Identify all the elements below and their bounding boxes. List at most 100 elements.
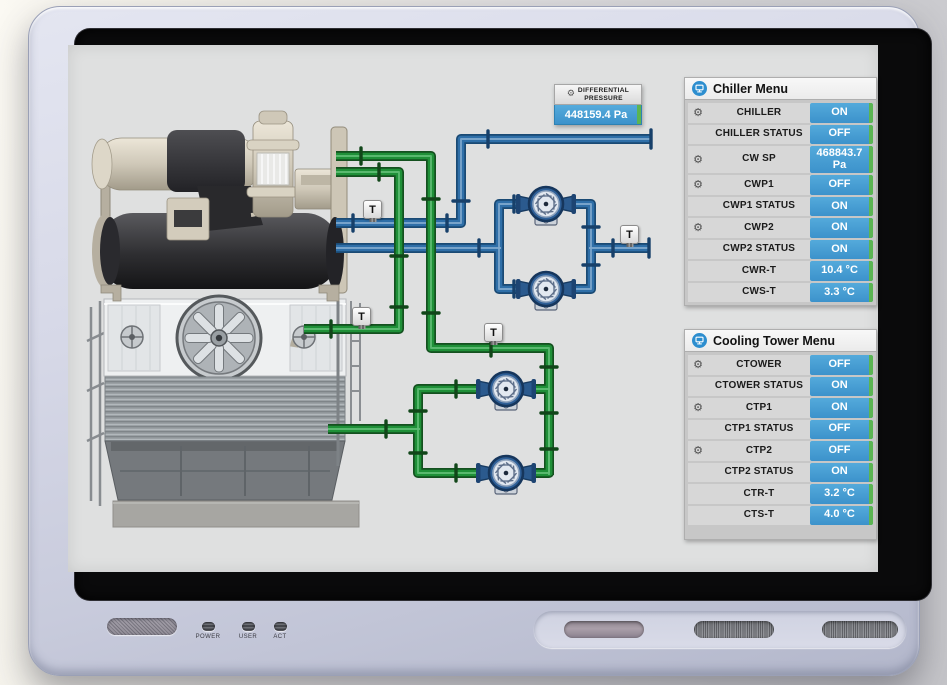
menu-row: CTOWER STATUSON: [688, 377, 873, 397]
menu-icon: [692, 333, 707, 348]
chiller-graphic: [92, 111, 347, 301]
row-label: CTOWER: [708, 355, 810, 375]
row-label: CTP2: [708, 441, 810, 461]
act-led-indicator: [274, 622, 287, 631]
row-label: CHILLER STATUS: [708, 125, 810, 145]
row-label: CTP2 STATUS: [708, 463, 810, 483]
row-value-button[interactable]: ON: [810, 463, 873, 483]
menu-title: Chiller Menu: [713, 82, 788, 96]
ct-pump-1[interactable]: [476, 372, 536, 410]
scene: ⚙ DIFFERENTIAL PRESSURE 448159.4 Pa T T …: [0, 0, 947, 685]
gear-icon[interactable]: ⚙: [688, 175, 708, 195]
temp-sensor: T: [363, 200, 382, 219]
speaker-tray: [534, 611, 906, 648]
menu-title: Cooling Tower Menu: [713, 334, 835, 348]
ct-pump-2[interactable]: [476, 456, 536, 494]
menu-row: ⚙CW SP468843.7 Pa: [688, 146, 873, 173]
row-value-button[interactable]: 3.2 °C: [810, 484, 873, 504]
row-label: CHILLER: [708, 103, 810, 123]
menu-row: ⚙CWP2ON: [688, 218, 873, 238]
differential-pressure-value[interactable]: 448159.4 Pa: [554, 105, 642, 125]
menu-row: ⚙CTOWEROFF: [688, 355, 873, 375]
menu-row: ⚙CTP1ON: [688, 398, 873, 418]
menu-row: ⚙CTP2OFF: [688, 441, 873, 461]
gear-icon[interactable]: ⚙: [688, 441, 708, 461]
menu-row: ⚙CWP1OFF: [688, 175, 873, 195]
gear-placeholder: [688, 506, 708, 526]
row-value-button[interactable]: OFF: [810, 441, 873, 461]
gear-placeholder: [688, 125, 708, 145]
menu-row: CTR-T3.2 °C: [688, 484, 873, 504]
power-led-indicator: [202, 622, 215, 631]
row-value-button[interactable]: ON: [810, 377, 873, 397]
row-value-button[interactable]: 468843.7 Pa: [810, 146, 873, 173]
gear-icon[interactable]: ⚙: [688, 398, 708, 418]
act-led: ACT: [258, 622, 302, 640]
dp-label-line2: PRESSURE: [578, 95, 629, 103]
power-led-label: POWER: [196, 634, 221, 640]
row-label: CWP1 STATUS: [708, 197, 810, 217]
gear-icon[interactable]: ⚙: [688, 103, 708, 123]
chw-pump-1[interactable]: [516, 187, 576, 225]
menu-icon: [692, 81, 707, 96]
menu-row: CHILLER STATUSOFF: [688, 125, 873, 145]
row-value-button[interactable]: ON: [810, 218, 873, 238]
menu-row: CTP1 STATUSOFF: [688, 420, 873, 440]
temp-sensor: T: [352, 307, 371, 326]
row-value-button[interactable]: OFF: [810, 420, 873, 440]
row-value-button[interactable]: 4.0 °C: [810, 506, 873, 526]
gear-placeholder: [688, 283, 708, 303]
row-value-button[interactable]: OFF: [810, 125, 873, 145]
differential-pressure-widget: ⚙ DIFFERENTIAL PRESSURE 448159.4 Pa: [554, 84, 642, 125]
cooling-tower-menu-header: Cooling Tower Menu: [684, 329, 877, 352]
speaker-grille: [107, 618, 177, 635]
gear-icon[interactable]: ⚙: [688, 146, 708, 173]
row-value-button[interactable]: ON: [810, 103, 873, 123]
speaker-grille: [822, 621, 898, 638]
menu-row: ⚙CHILLERON: [688, 103, 873, 123]
row-label: CWS-T: [708, 283, 810, 303]
row-label: CWP2 STATUS: [708, 240, 810, 260]
row-value-button[interactable]: ON: [810, 398, 873, 418]
gear-placeholder: [688, 484, 708, 504]
gear-icon[interactable]: ⚙: [688, 355, 708, 375]
row-value-button[interactable]: ON: [810, 240, 873, 260]
row-value-button[interactable]: 10.4 °C: [810, 261, 873, 281]
gear-icon[interactable]: ⚙: [688, 218, 708, 238]
power-led: POWER: [186, 622, 230, 640]
differential-pressure-label: ⚙ DIFFERENTIAL PRESSURE: [554, 84, 642, 105]
temp-sensor: T: [620, 225, 639, 244]
row-value-button[interactable]: OFF: [810, 175, 873, 195]
chilled-water-pipes: [336, 139, 651, 289]
gear-placeholder: [688, 261, 708, 281]
dp-label-line1: DIFFERENTIAL: [578, 87, 629, 95]
row-label: CWR-T: [708, 261, 810, 281]
row-label: CTS-T: [708, 506, 810, 526]
speaker-grille: [694, 621, 774, 638]
row-value-button[interactable]: OFF: [810, 355, 873, 375]
cooling-tower-menu-panel: Cooling Tower Menu ⚙CTOWEROFFCTOWER STAT…: [684, 329, 877, 540]
gear-placeholder: [688, 197, 708, 217]
menu-row: CTS-T4.0 °C: [688, 506, 873, 526]
row-value-button[interactable]: ON: [810, 197, 873, 217]
row-value-button[interactable]: 3.3 °C: [810, 283, 873, 303]
row-label: CW SP: [708, 146, 810, 173]
menu-row: CWP2 STATUSON: [688, 240, 873, 260]
tablet-device: ⚙ DIFFERENTIAL PRESSURE 448159.4 Pa T T …: [28, 6, 920, 676]
gear-placeholder: [688, 240, 708, 260]
act-led-label: ACT: [273, 634, 286, 640]
menu-row: CWR-T10.4 °C: [688, 261, 873, 281]
menu-row: CTP2 STATUSON: [688, 463, 873, 483]
temp-sensor: T: [484, 323, 503, 342]
chw-pump-2[interactable]: [516, 272, 576, 310]
row-label: CWP2: [708, 218, 810, 238]
gear-placeholder: [688, 463, 708, 483]
gear-icon: ⚙: [567, 90, 575, 99]
row-label: CTP1: [708, 398, 810, 418]
menu-row: CWP1 STATUSON: [688, 197, 873, 217]
row-label: CTP1 STATUS: [708, 420, 810, 440]
speaker-grille: [564, 621, 644, 638]
gear-placeholder: [688, 420, 708, 440]
row-label: CTR-T: [708, 484, 810, 504]
menu-row: CWS-T3.3 °C: [688, 283, 873, 303]
